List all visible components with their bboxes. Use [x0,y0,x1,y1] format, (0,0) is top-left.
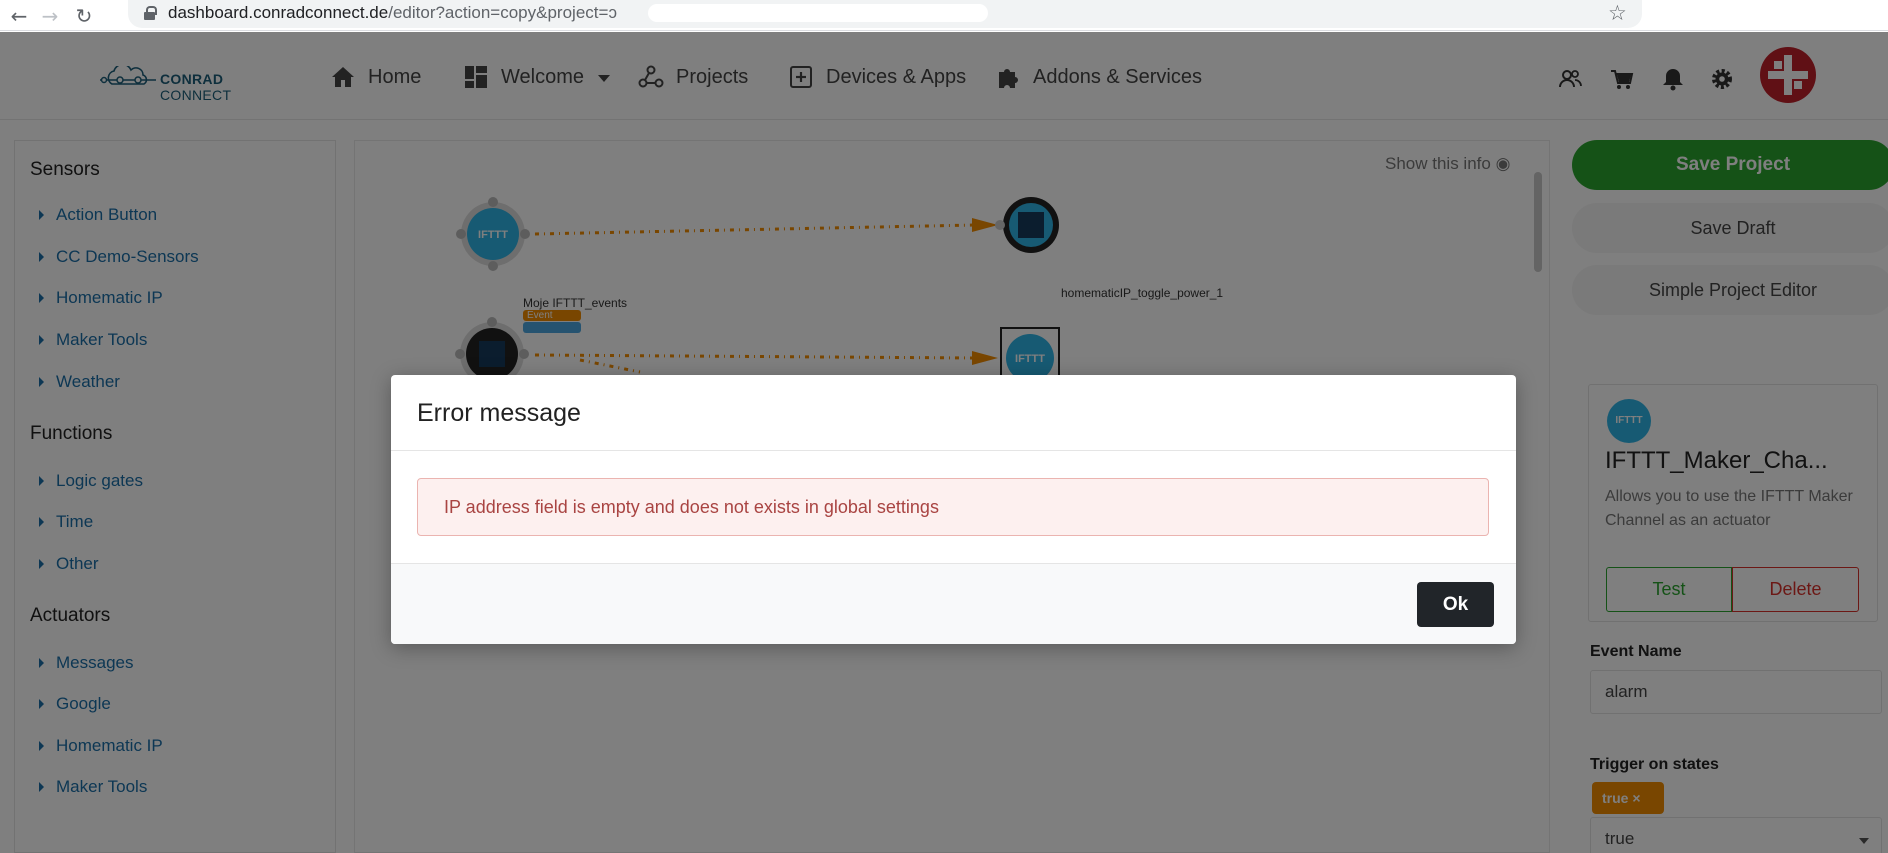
modal-header: Error message [391,375,1516,451]
bookmark-star-icon[interactable]: ☆ [1608,1,1627,25]
error-alert: IP address field is empty and does not e… [417,478,1489,536]
lock-icon [144,6,157,20]
url-text: dashboard.conradconnect.de/editor?action… [168,3,617,22]
browser-toolbar: ← → ↻ dashboard.conradconnect.de/editor?… [0,0,1888,31]
reload-icon[interactable]: ↻ [71,4,97,28]
modal-footer: Ok [391,563,1516,644]
modal-title: Error message [417,399,581,427]
forward-arrow-icon[interactable]: → [37,4,63,28]
error-dialog: Error message IP address field is empty … [391,375,1516,644]
modal-body: IP address field is empty and does not e… [391,451,1516,543]
back-arrow-icon[interactable]: ← [6,4,32,28]
address-bar[interactable]: dashboard.conradconnect.de/editor?action… [128,0,1642,28]
ok-button[interactable]: Ok [1417,582,1494,627]
redacted-area [648,4,988,22]
